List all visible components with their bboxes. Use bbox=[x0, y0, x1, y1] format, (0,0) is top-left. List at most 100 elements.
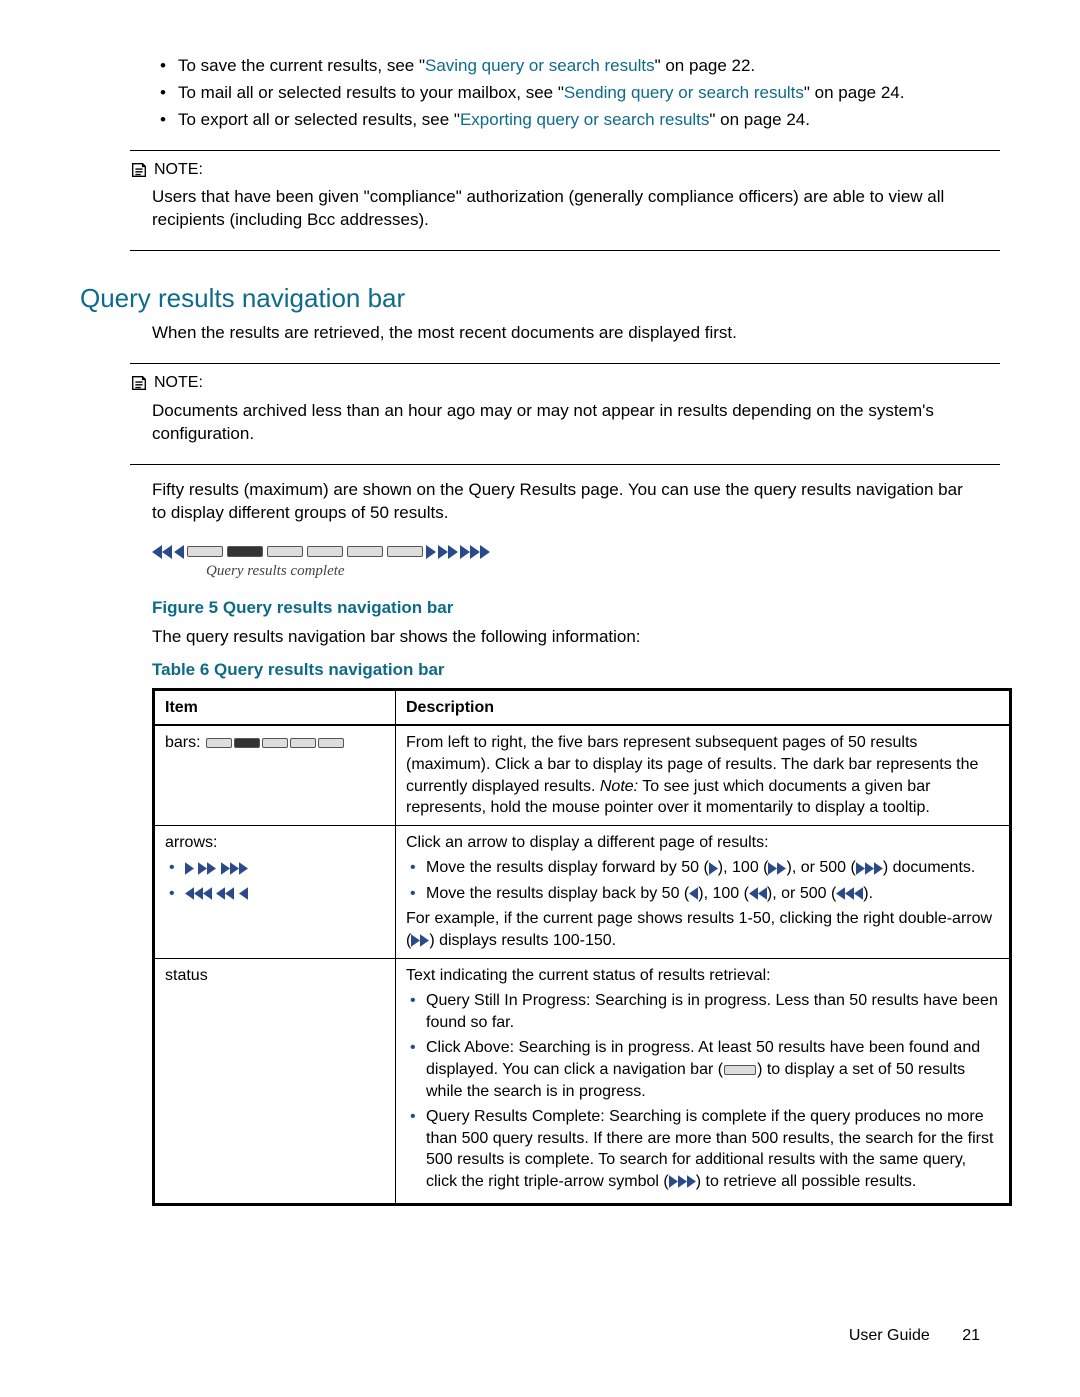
rule bbox=[130, 150, 1000, 151]
note-icon bbox=[130, 374, 148, 392]
text: ) to retrieve all possible results. bbox=[696, 1173, 917, 1190]
nav-page-bar bbox=[262, 738, 288, 748]
nav-page-bar bbox=[290, 738, 316, 748]
label: bars: bbox=[165, 734, 201, 751]
page-footer: User Guide 21 bbox=[849, 1325, 980, 1347]
rule bbox=[130, 363, 1000, 364]
page-number: 21 bbox=[962, 1327, 980, 1344]
nav-bar-figure: Query results complete bbox=[152, 545, 1000, 581]
list-item: Click Above: Searching is in progress. A… bbox=[426, 1037, 999, 1102]
nav-page-bar-current bbox=[227, 546, 263, 557]
arrow-back-50-icon bbox=[689, 887, 698, 900]
arrow-back-100-icon bbox=[749, 887, 767, 900]
text: ), 100 ( bbox=[718, 859, 769, 876]
bullet-item: To save the current results, see "Saving… bbox=[178, 55, 1000, 78]
text: To mail all or selected results to your … bbox=[178, 83, 564, 102]
text: Move the results display forward by 50 ( bbox=[426, 859, 709, 876]
nav-bar-row bbox=[152, 545, 1000, 559]
nav-status-text: Query results complete bbox=[206, 561, 1000, 581]
cell-item-arrows: arrows: bbox=[154, 825, 396, 958]
bullet-item: To mail all or selected results to your … bbox=[178, 82, 1000, 105]
text: To export all or selected results, see " bbox=[178, 110, 460, 129]
arrow-fwd-500-icon bbox=[460, 545, 490, 559]
nav-bar-table: Item Description bars: From left to righ… bbox=[152, 688, 1012, 1206]
text: " on page 24. bbox=[709, 110, 810, 129]
note-label: NOTE: bbox=[130, 372, 1000, 394]
nav-page-bar bbox=[307, 546, 343, 557]
page: To save the current results, see "Saving… bbox=[0, 0, 1080, 1397]
arrow-back-50-icon bbox=[174, 545, 184, 559]
nav-page-bar bbox=[724, 1065, 756, 1075]
text: ) documents. bbox=[883, 859, 975, 876]
paragraph: Fifty results (maximum) are shown on the… bbox=[152, 479, 980, 525]
arrow-fwd-50-icon bbox=[426, 545, 436, 559]
text: " on page 22. bbox=[655, 56, 756, 75]
text: ), or 500 ( bbox=[786, 859, 855, 876]
text: ). bbox=[863, 885, 873, 902]
arrow-fwd-100-icon bbox=[411, 934, 429, 947]
text: To save the current results, see " bbox=[178, 56, 425, 75]
arrow-fwd-50-icon bbox=[709, 862, 718, 875]
text: " on page 24. bbox=[804, 83, 905, 102]
list-item: Move the results display forward by 50 (… bbox=[426, 857, 999, 879]
rule bbox=[130, 464, 1000, 465]
arrow-fwd-500-icon bbox=[669, 1175, 696, 1188]
figure-caption: Figure 5 Query results navigation bar bbox=[152, 597, 1000, 620]
text: ), 100 ( bbox=[698, 885, 749, 902]
arrow-fwd-100-icon bbox=[198, 862, 216, 875]
figure-followup: The query results navigation bar shows t… bbox=[152, 626, 1000, 649]
arrow-back-100-icon bbox=[216, 887, 234, 900]
arrow-fwd-50-icon bbox=[185, 862, 194, 875]
link-exporting-results[interactable]: Exporting query or search results bbox=[460, 110, 709, 129]
cell-desc-status: Text indicating the current status of re… bbox=[396, 958, 1011, 1204]
table-row: status Text indicating the current statu… bbox=[154, 958, 1011, 1204]
note-body: Users that have been given "compliance" … bbox=[152, 186, 980, 232]
cell-desc-arrows: Click an arrow to display a different pa… bbox=[396, 825, 1011, 958]
bullet-item: To export all or selected results, see "… bbox=[178, 109, 1000, 132]
label: arrows: bbox=[165, 832, 385, 854]
note-label: NOTE: bbox=[130, 159, 1000, 181]
section-intro: When the results are retrieved, the most… bbox=[152, 322, 1000, 345]
table-row: arrows: Click an arrow to display a di bbox=[154, 825, 1011, 958]
nav-page-bar bbox=[267, 546, 303, 557]
section-heading: Query results navigation bar bbox=[80, 281, 1000, 316]
arrow-fwd-100-icon bbox=[768, 862, 786, 875]
footer-label: User Guide bbox=[849, 1327, 930, 1344]
link-saving-results[interactable]: Saving query or search results bbox=[425, 56, 655, 75]
arrow-fwd-100-icon bbox=[438, 545, 458, 559]
text: Move the results display back by 50 ( bbox=[426, 885, 689, 902]
note-body: Documents archived less than an hour ago… bbox=[152, 400, 980, 446]
cell-item-bars: bars: bbox=[154, 725, 396, 825]
table-row: bars: From left to right, the five bars … bbox=[154, 725, 1011, 825]
th-description: Description bbox=[396, 689, 1011, 725]
list-item: Query Still In Progress: Searching is in… bbox=[426, 990, 999, 1033]
table-caption: Table 6 Query results navigation bar bbox=[152, 659, 1000, 682]
nav-page-bar bbox=[206, 738, 232, 748]
list-item: Move the results display back by 50 ( ), … bbox=[426, 883, 999, 905]
text: ), or 500 ( bbox=[767, 885, 836, 902]
arrow-set-forward bbox=[185, 857, 385, 879]
cell-desc-bars: From left to right, the five bars repres… bbox=[396, 725, 1011, 825]
text: ) displays results 100-150. bbox=[429, 932, 616, 949]
arrow-back-100-icon bbox=[152, 545, 172, 559]
nav-page-bar-current bbox=[234, 738, 260, 748]
top-bullet-list: To save the current results, see "Saving… bbox=[178, 55, 1000, 132]
cell-item-status: status bbox=[154, 958, 396, 1204]
note-inline: Note: bbox=[600, 778, 638, 795]
th-item: Item bbox=[154, 689, 396, 725]
nav-page-bar bbox=[318, 738, 344, 748]
link-sending-results[interactable]: Sending query or search results bbox=[564, 83, 804, 102]
nav-page-bar bbox=[347, 546, 383, 557]
arrow-fwd-500-icon bbox=[221, 862, 248, 875]
rule bbox=[130, 250, 1000, 251]
nav-page-bar bbox=[387, 546, 423, 557]
arrow-set-back bbox=[185, 883, 385, 905]
note-icon bbox=[130, 161, 148, 179]
text: Text indicating the current status of re… bbox=[406, 965, 999, 987]
list-item: Query Results Complete: Searching is com… bbox=[426, 1106, 999, 1192]
arrow-back-500-icon bbox=[836, 887, 863, 900]
text: Click an arrow to display a different pa… bbox=[406, 832, 999, 854]
example-text: For example, if the current page shows r… bbox=[406, 908, 999, 951]
note-text-label: NOTE: bbox=[154, 159, 203, 181]
table-header-row: Item Description bbox=[154, 689, 1011, 725]
